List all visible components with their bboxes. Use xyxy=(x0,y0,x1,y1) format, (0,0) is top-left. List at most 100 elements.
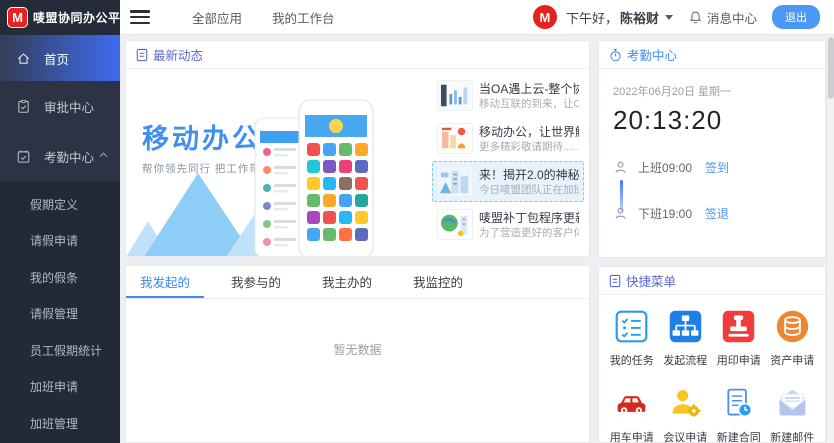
top-header: M 唛盟协同办公平台 全部应用 我的工作台 M 下午好，陈裕财 消息中心 退出 xyxy=(0,0,834,35)
promo-banner[interactable]: 移动办公 帮你领先同行 把工作带出办公室 xyxy=(126,69,426,257)
empty-state-text: 暂无数据 xyxy=(126,299,589,358)
news-desc: 移动互联的到来，让OA与云 xyxy=(479,97,579,111)
sidebar-subitem-leave-request[interactable]: 请假申请 xyxy=(0,223,120,260)
mail-icon xyxy=(774,385,811,422)
quick-item-new-mail[interactable]: 新建邮件 xyxy=(766,385,820,443)
news-item[interactable]: 移动办公，让世界触手可 更多精彩敬请期待....... xyxy=(432,118,584,159)
document-icon xyxy=(609,274,621,288)
quick-item-seal-request[interactable]: 用印申请 xyxy=(712,308,766,368)
attendance-rows: 上班09:00 签到 下班19:00 签退 xyxy=(599,152,825,228)
quick-item-vehicle-request[interactable]: 用车申请 xyxy=(605,385,659,443)
attendance-date: 2022年06月20日 星期一 xyxy=(613,83,825,99)
approval-icon xyxy=(16,99,31,114)
quick-item-label: 资产申请 xyxy=(770,352,814,368)
sidebar-subitem-leave-management[interactable]: 请假管理 xyxy=(0,296,120,333)
news-thumbnail xyxy=(437,209,473,240)
news-item[interactable]: 当OA遇上云-整个协同OA 移动互联的到来，让OA与云 xyxy=(432,75,584,116)
news-desc: 为了营造更好的客户体验，唛 xyxy=(479,226,579,240)
tasks-icon xyxy=(613,308,650,345)
app-logo-icon: M xyxy=(7,7,28,28)
sidebar-item-label: 考勤中心 xyxy=(44,147,94,166)
quick-item-asset-request[interactable]: 资产申请 xyxy=(766,308,820,368)
banner-headline: 移动办公 xyxy=(142,117,262,156)
news-desc: 今日唛盟团队正在加班加点， xyxy=(479,183,579,197)
attendance-panel: 考勤中心 2022年06月20日 星期一 20:13:20 上班09:00 签到… xyxy=(598,40,826,258)
my-tasks-panel: 我发起的 我参与的 我主办的 我监控的 暂无数据 xyxy=(125,265,590,443)
flow-icon xyxy=(667,308,704,345)
seal-icon xyxy=(720,308,757,345)
quick-menu-panel: 快捷菜单 我的任务 发起流程 用印申请 资产申请 用车申请 xyxy=(598,266,826,443)
attendance-clock: 20:13:20 xyxy=(613,105,825,136)
news-title: 当OA遇上云-整个协同OA xyxy=(479,81,579,97)
quick-menu-header: 快捷菜单 xyxy=(599,267,825,295)
attendance-icon xyxy=(16,149,31,164)
header-main: 全部应用 我的工作台 M 下午好，陈裕财 消息中心 退出 xyxy=(120,0,834,35)
sidebar-subitem-employee-leave-stats[interactable]: 员工假期统计 xyxy=(0,332,120,369)
sidebar-item-label: 审批中心 xyxy=(44,97,94,116)
sidebar-item-attendance-center[interactable]: 考勤中心 xyxy=(0,131,120,181)
user-menu[interactable]: 下午好，陈裕财 xyxy=(566,8,673,27)
news-item[interactable]: 唛盟补丁包程序更新 为了营造更好的客户体验，唛 xyxy=(432,204,584,245)
tab-initiated-by-me[interactable]: 我发起的 xyxy=(126,266,204,298)
news-thumbnail xyxy=(437,123,473,154)
quick-item-label: 新建邮件 xyxy=(770,429,814,443)
message-center[interactable]: 消息中心 xyxy=(688,8,757,27)
menu-toggle-icon[interactable] xyxy=(130,10,150,24)
sidebar-subitem-my-leave-notes[interactable]: 我的假条 xyxy=(0,259,120,296)
sidebar-subitem-overtime-management[interactable]: 加班管理 xyxy=(0,405,120,442)
page-scrollbar[interactable] xyxy=(826,35,834,443)
chevron-down-icon xyxy=(665,15,673,20)
tab-monitored-by-me[interactable]: 我监控的 xyxy=(399,266,477,298)
nav-all-apps[interactable]: 全部应用 xyxy=(192,8,242,27)
document-icon xyxy=(136,48,148,62)
attendance-submenu: 假期定义 请假申请 我的假条 请假管理 员工假期统计 加班申请 加班管理 xyxy=(0,181,120,443)
sidebar-subitem-holiday-definition[interactable]: 假期定义 xyxy=(0,186,120,223)
attendance-panel-header: 考勤中心 xyxy=(599,41,825,69)
quick-menu-grid: 我的任务 发起流程 用印申请 资产申请 用车申请 会议申请 xyxy=(599,295,825,443)
clock-in-link[interactable]: 签到 xyxy=(705,159,729,176)
home-icon xyxy=(16,51,31,66)
news-panel-header: 最新动态 xyxy=(126,41,589,69)
latest-news-panel: 最新动态 移动办公 帮你领先同行 把工作带出办公室 xyxy=(125,40,590,257)
logout-button[interactable]: 退出 xyxy=(772,5,820,29)
tab-participated-by-me[interactable]: 我参与的 xyxy=(217,266,295,298)
panel-title: 考勤中心 xyxy=(627,45,677,64)
panel-title: 快捷菜单 xyxy=(626,271,676,290)
meeting-icon xyxy=(667,385,704,422)
scrollbar-thumb[interactable] xyxy=(828,37,834,99)
app-title: 唛盟协同办公平台 xyxy=(33,9,133,26)
person-icon xyxy=(613,206,628,221)
contract-icon xyxy=(720,385,757,422)
sidebar-item-label: 首页 xyxy=(44,49,69,68)
nav-my-workbench[interactable]: 我的工作台 xyxy=(272,8,335,27)
chevron-up-icon xyxy=(99,152,108,158)
tab-hosted-by-me[interactable]: 我主办的 xyxy=(308,266,386,298)
quick-item-my-tasks[interactable]: 我的任务 xyxy=(605,308,659,368)
top-nav: 全部应用 我的工作台 xyxy=(192,8,335,27)
panel-title: 最新动态 xyxy=(153,45,203,64)
asset-icon xyxy=(774,308,811,345)
quick-item-meeting-request[interactable]: 会议申请 xyxy=(659,385,713,443)
stopwatch-icon xyxy=(609,48,622,62)
quick-item-start-flow[interactable]: 发起流程 xyxy=(659,308,713,368)
news-desc: 更多精彩敬请期待....... xyxy=(479,140,579,154)
brand[interactable]: M 唛盟协同办公平台 xyxy=(0,0,120,35)
quick-item-new-contract[interactable]: 新建合同 xyxy=(712,385,766,443)
quick-item-label: 发起流程 xyxy=(663,352,707,368)
avatar[interactable]: M xyxy=(533,5,557,29)
quick-item-label: 用车申请 xyxy=(610,429,654,443)
news-title: 唛盟补丁包程序更新 xyxy=(479,210,579,226)
tasks-tab-row: 我发起的 我参与的 我主办的 我监控的 xyxy=(126,266,589,299)
quick-item-label: 会议申请 xyxy=(663,429,707,443)
news-list: 当OA遇上云-整个协同OA 移动互联的到来，让OA与云 移动办公，让世界触手可 … xyxy=(432,75,584,245)
clock-out-link[interactable]: 签退 xyxy=(705,205,729,222)
news-item-selected[interactable]: 来！揭开2.0的神秘面纱- 今日唛盟团队正在加班加点， xyxy=(432,161,584,202)
sidebar-item-home[interactable]: 首页 xyxy=(0,35,120,81)
news-title: 移动办公，让世界触手可 xyxy=(479,124,579,140)
greeting-text: 下午好， xyxy=(566,8,618,27)
sidebar-subitem-overtime-request[interactable]: 加班申请 xyxy=(0,369,120,406)
sidebar-item-approval-center[interactable]: 审批中心 xyxy=(0,81,120,131)
bell-icon xyxy=(688,10,703,25)
quick-item-label: 我的任务 xyxy=(610,352,654,368)
app-root: M 唛盟协同办公平台 全部应用 我的工作台 M 下午好，陈裕财 消息中心 退出 xyxy=(0,0,834,443)
